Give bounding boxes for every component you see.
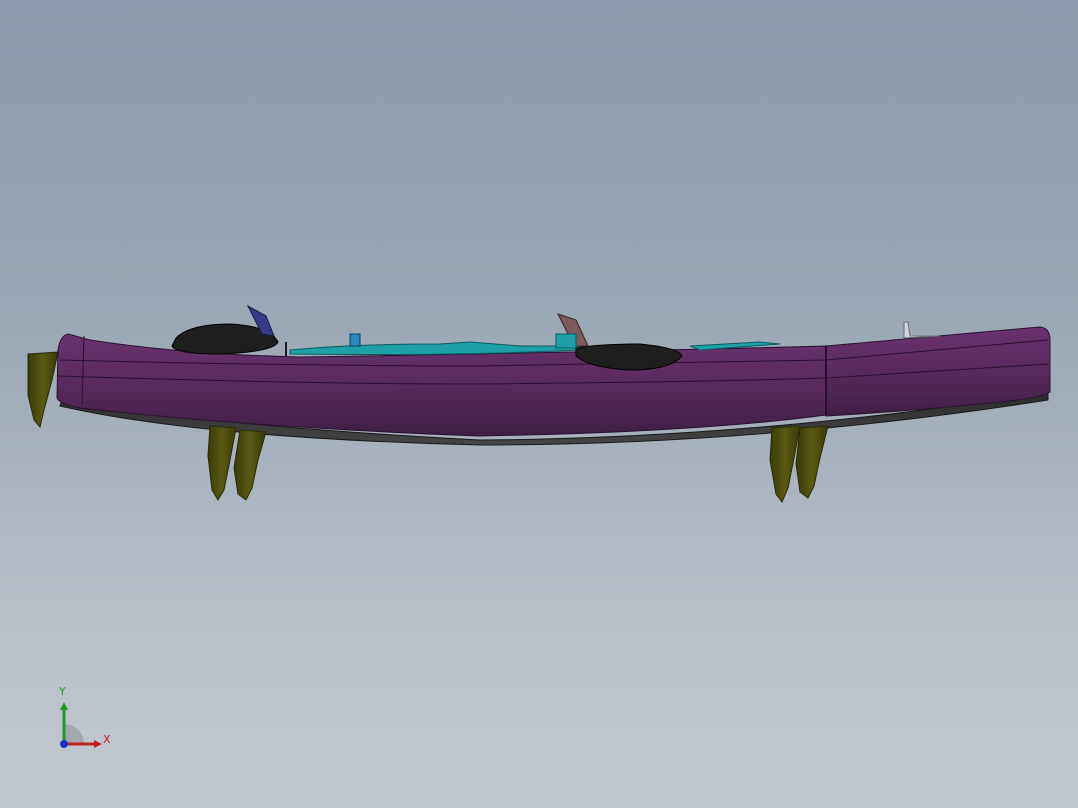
deck-fitting xyxy=(349,333,361,347)
front-seat-block xyxy=(555,333,577,349)
front-fin-right xyxy=(795,425,829,499)
deck-accent xyxy=(289,339,581,355)
rear-fin-left xyxy=(207,425,237,501)
rudder-fin xyxy=(27,351,59,429)
y-axis-label: Y xyxy=(59,685,66,698)
orientation-triad: Y X xyxy=(50,684,120,754)
graphics-viewport[interactable]: Y X xyxy=(0,0,1078,808)
z-axis-dot xyxy=(60,740,68,748)
rear-fin-right xyxy=(233,429,267,501)
bow-fitting xyxy=(903,321,941,339)
x-axis-label: X xyxy=(103,733,111,746)
kayak-model[interactable] xyxy=(0,0,1078,808)
